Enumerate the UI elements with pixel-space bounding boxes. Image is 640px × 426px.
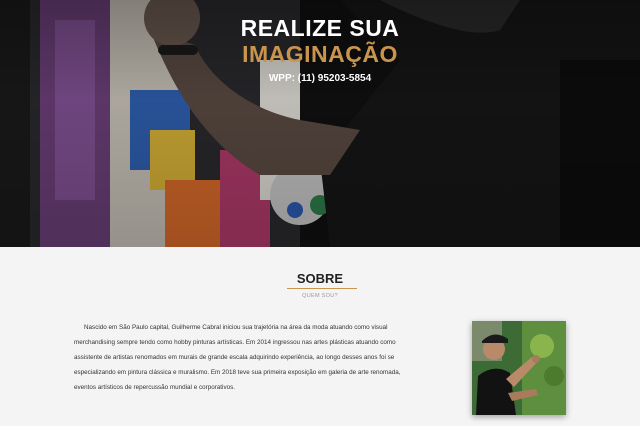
hero-title-line1: REALIZE SUA — [240, 15, 400, 41]
about-title-underline — [287, 288, 357, 289]
whatsapp-phone[interactable]: WPP: (11) 95203-5854 — [0, 73, 640, 84]
about-subtitle: QUEM SOU? — [302, 293, 338, 299]
about-section: SOBRE QUEM SOU? Nascido em São Paulo cap… — [0, 247, 640, 426]
about-paragraph: Nascido em São Paulo capital, Guilherme … — [74, 324, 401, 391]
about-title: SOBRE — [296, 271, 344, 286]
hero-banner: REALIZE SUA IMAGINAÇÃO WPP: (11) 95203-5… — [0, 0, 640, 247]
artist-portrait-photo — [472, 321, 566, 415]
hero-title-line2: IMAGINAÇÃO — [242, 41, 398, 67]
artist-portrait-image — [472, 321, 566, 415]
